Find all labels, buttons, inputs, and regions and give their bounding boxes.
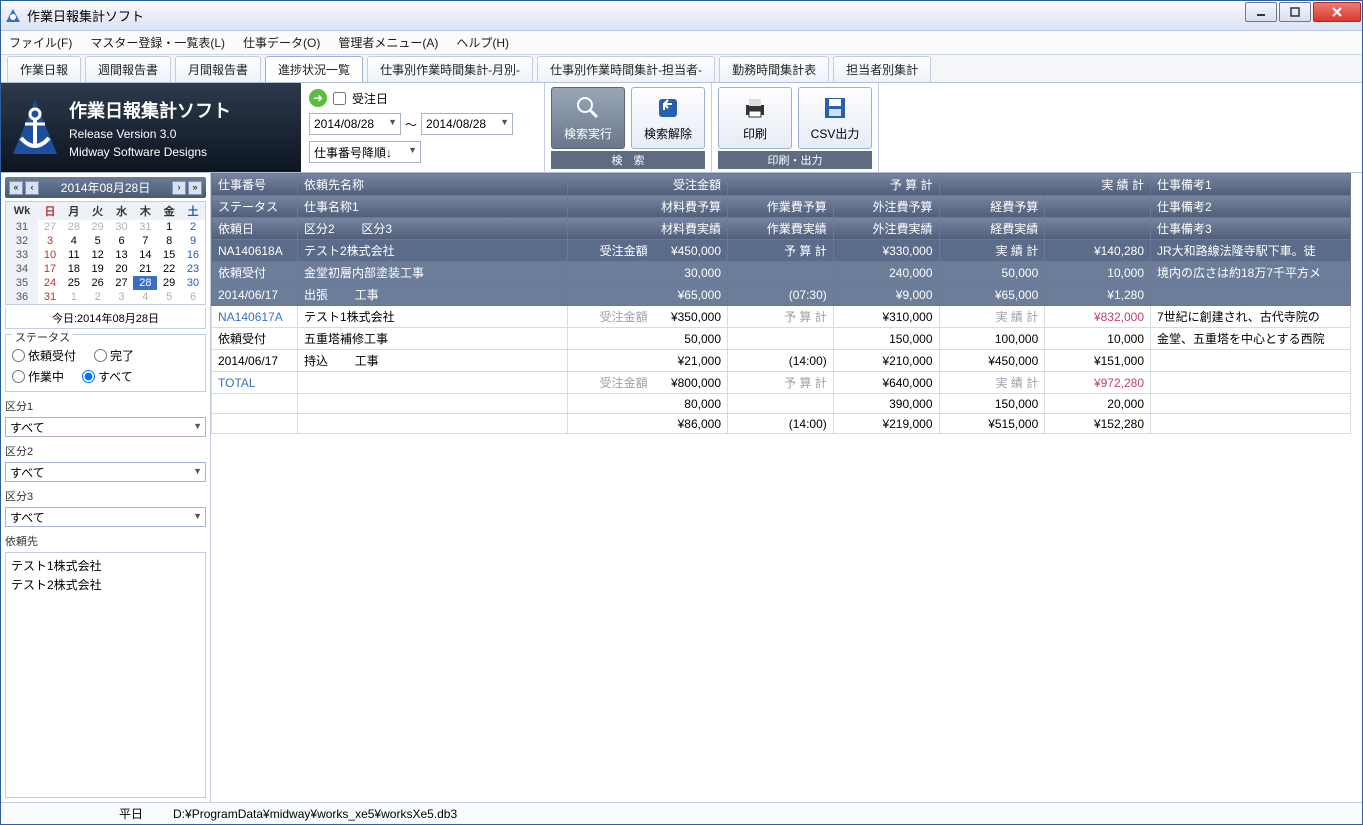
status-daytype: 平日 [119, 805, 143, 822]
tab-7[interactable]: 担当者別集計 [833, 56, 931, 82]
menu-jobdata[interactable]: 仕事データ(O) [243, 34, 320, 51]
client-label: 依頼先 [5, 533, 206, 549]
titlebar: 作業日報集計ソフト [1, 1, 1362, 31]
menu-help[interactable]: ヘルプ(H) [456, 34, 509, 51]
logo-block: 作業日報集計ソフト Release Version 3.0 Midway Sof… [1, 83, 301, 172]
tab-4[interactable]: 仕事別作業時間集計-月別- [367, 56, 533, 82]
search-icon [575, 95, 601, 121]
menubar: ファイル(F) マスター登録・一覧表(L) 仕事データ(O) 管理者メニュー(A… [1, 31, 1362, 55]
grid[interactable]: 仕事番号依頼先名称受注金額予 算 計実 績 計仕事備考1ステータス仕事名称1材料… [211, 173, 1362, 802]
logo-vendor: Midway Software Designs [69, 145, 231, 159]
client-list[interactable]: テスト1株式会社テスト2株式会社 [5, 552, 206, 798]
k3-combo[interactable] [5, 507, 206, 527]
calendar-nav: «‹ 2014年08月28日 ›» [5, 177, 206, 198]
output-group-label: 印刷・出力 [718, 151, 872, 169]
cal-prev-year[interactable]: « [9, 181, 23, 195]
client-item[interactable]: テスト1株式会社 [9, 556, 202, 575]
radio-working[interactable]: 作業中 [12, 368, 64, 385]
radio-request[interactable]: 依頼受付 [12, 347, 76, 364]
maximize-button[interactable] [1279, 2, 1311, 22]
printer-icon [742, 95, 768, 121]
search-clear-button[interactable]: 検索解除 [631, 87, 705, 149]
k2-label: 区分2 [5, 443, 206, 459]
menu-master[interactable]: マスター登録・一覧表(L) [90, 34, 225, 51]
tabs: 作業日報週間報告書月間報告書進捗状況一覧仕事別作業時間集計-月別-仕事別作業時間… [1, 55, 1362, 83]
tab-6[interactable]: 勤務時間集計表 [719, 56, 829, 82]
cal-next-year[interactable]: » [188, 181, 202, 195]
sidebar: «‹ 2014年08月28日 ›» Wk日月火水木金土3127282930311… [1, 173, 211, 802]
client-item[interactable]: テスト2株式会社 [9, 575, 202, 594]
status-path: D:¥ProgramData¥midway¥works_xe5¥worksXe5… [173, 807, 457, 821]
menu-file[interactable]: ファイル(F) [9, 34, 72, 51]
order-date-label: 受注日 [352, 90, 388, 107]
undo-icon [655, 95, 681, 121]
window-title: 作業日報集計ソフト [27, 6, 1358, 25]
search-group-label: 検 索 [551, 151, 705, 169]
search-block: ➜ 受注日 ～ [301, 83, 545, 172]
statusbar: 平日 D:¥ProgramData¥midway¥works_xe5¥works… [1, 802, 1362, 824]
sort-combo[interactable] [309, 141, 421, 163]
go-icon[interactable]: ➜ [309, 89, 327, 107]
tab-2[interactable]: 月間報告書 [175, 56, 261, 82]
radio-done[interactable]: 完了 [94, 347, 134, 364]
search-exec-button[interactable]: 検索実行 [551, 87, 625, 149]
search-group: 検索実行 検索解除 検 索 [545, 83, 712, 172]
output-group: 印刷 CSV出力 印刷・出力 [712, 83, 879, 172]
csv-button[interactable]: CSV出力 [798, 87, 872, 149]
date-tilde: ～ [405, 116, 417, 133]
tab-3[interactable]: 進捗状況一覧 [265, 56, 363, 82]
logo-version: Release Version 3.0 [69, 127, 231, 141]
calendar-title: 2014年08月28日 [61, 179, 150, 196]
cal-next-month[interactable]: › [172, 181, 186, 195]
logo-title: 作業日報集計ソフト [69, 97, 231, 123]
app-icon [5, 8, 21, 24]
k1-combo[interactable] [5, 417, 206, 437]
k2-combo[interactable] [5, 462, 206, 482]
close-button[interactable] [1313, 2, 1361, 22]
tab-1[interactable]: 週間報告書 [85, 56, 171, 82]
print-button[interactable]: 印刷 [718, 87, 792, 149]
k3-label: 区分3 [5, 488, 206, 504]
tab-5[interactable]: 仕事別作業時間集計-担当者- [537, 56, 715, 82]
cal-prev-month[interactable]: ‹ [25, 181, 39, 195]
order-date-checkbox[interactable] [333, 92, 346, 105]
radio-all[interactable]: すべて [82, 368, 133, 385]
tab-0[interactable]: 作業日報 [7, 56, 81, 82]
k1-label: 区分1 [5, 398, 206, 414]
toolbar: 作業日報集計ソフト Release Version 3.0 Midway Sof… [1, 83, 1362, 173]
date-to[interactable] [421, 113, 513, 135]
minimize-button[interactable] [1245, 2, 1277, 22]
date-from[interactable] [309, 113, 401, 135]
today-line: 今日:2014年08月28日 [5, 308, 206, 329]
menu-admin[interactable]: 管理者メニュー(A) [338, 34, 438, 51]
calendar[interactable]: Wk日月火水木金土3127282930311232345678933101112… [5, 201, 206, 305]
anchor-icon [11, 98, 59, 158]
save-icon [822, 95, 848, 121]
status-fieldset: ステータス 依頼受付 完了 作業中 すべて [5, 334, 206, 392]
